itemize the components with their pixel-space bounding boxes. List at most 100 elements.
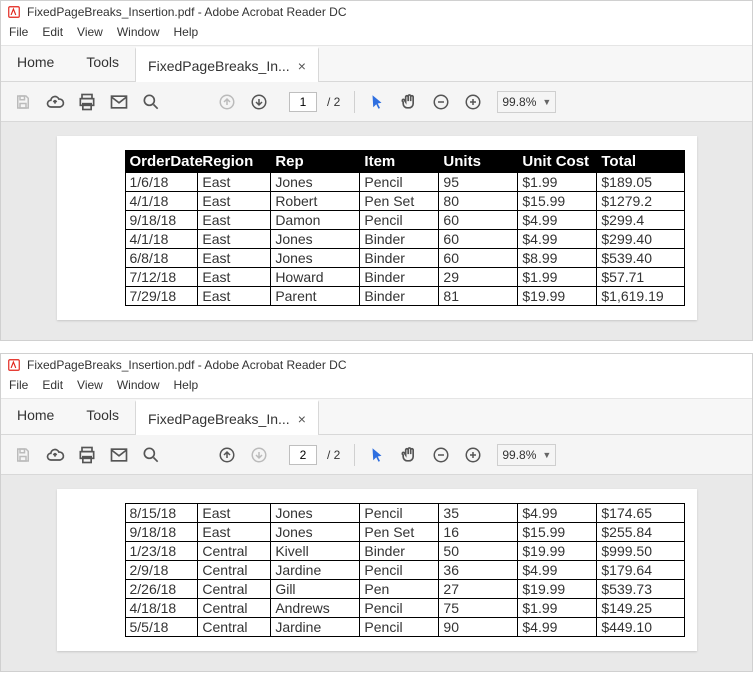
window-title: FixedPageBreaks_Insertion.pdf - Adobe Ac… (27, 358, 347, 372)
data-table: OrderDateRegionRepItemUnitsUnit CostTota… (125, 150, 685, 306)
print-icon[interactable] (73, 88, 101, 116)
search-icon[interactable] (137, 88, 165, 116)
table-cell: East (198, 287, 271, 306)
table-cell: $149.25 (597, 599, 684, 618)
cloud-icon[interactable] (41, 88, 69, 116)
table-cell: Central (198, 618, 271, 637)
mail-icon[interactable] (105, 441, 133, 469)
menu-item[interactable]: Window (117, 25, 160, 39)
table-cell: Pencil (360, 504, 439, 523)
tab-document[interactable]: FixedPageBreaks_In... × (135, 47, 319, 82)
menu-item[interactable]: File (9, 378, 28, 392)
save-icon[interactable] (9, 88, 37, 116)
table-cell: East (198, 173, 271, 192)
tab-document[interactable]: FixedPageBreaks_In... × (135, 400, 319, 435)
menu-item[interactable]: Help (174, 378, 199, 392)
table-cell: Pencil (360, 618, 439, 637)
table-cell: 7/29/18 (125, 287, 198, 306)
zoom-dropdown[interactable]: 99.8% ▼ (497, 91, 556, 113)
page-area[interactable]: OrderDateRegionRepItemUnitsUnit CostTota… (1, 122, 752, 340)
menu-item[interactable]: View (77, 378, 103, 392)
table-cell: $19.99 (518, 542, 597, 561)
zoom-out-icon[interactable] (427, 441, 455, 469)
cloud-icon[interactable] (41, 441, 69, 469)
cursor-icon[interactable] (363, 441, 391, 469)
zoom-out-icon[interactable] (427, 88, 455, 116)
table-cell: Jardine (271, 618, 360, 637)
table-cell: $1.99 (518, 599, 597, 618)
table-cell: $299.40 (597, 230, 684, 249)
zoom-value: 99.8% (502, 448, 536, 462)
table-cell: Binder (360, 268, 439, 287)
table-row: 9/18/18EastDamonPencil60$4.99$299.4 (125, 211, 684, 230)
zoom-in-icon[interactable] (459, 441, 487, 469)
table-row: 1/23/18CentralKivellBinder50$19.99$999.5… (125, 542, 684, 561)
table-cell: $4.99 (518, 230, 597, 249)
tab-home[interactable]: Home (1, 46, 70, 81)
close-icon[interactable]: × (298, 412, 306, 426)
table-cell: 9/18/18 (125, 523, 198, 542)
table-cell: 90 (439, 618, 518, 637)
table-cell: Jones (271, 249, 360, 268)
table-cell: Parent (271, 287, 360, 306)
menu-item[interactable]: Help (174, 25, 199, 39)
page-up-icon[interactable] (213, 441, 241, 469)
save-icon[interactable] (9, 441, 37, 469)
cursor-icon[interactable] (363, 88, 391, 116)
page-area[interactable]: 8/15/18EastJonesPencil35$4.99$174.659/18… (1, 475, 752, 671)
tab-document-label: FixedPageBreaks_In... (148, 58, 290, 74)
zoom-in-icon[interactable] (459, 88, 487, 116)
table-cell: Jones (271, 230, 360, 249)
tab-tools[interactable]: Tools (70, 399, 135, 434)
table-cell: $4.99 (518, 504, 597, 523)
menu-item[interactable]: Edit (42, 25, 63, 39)
tab-home[interactable]: Home (1, 399, 70, 434)
pdf-page: 8/15/18EastJonesPencil35$4.99$174.659/18… (57, 489, 697, 651)
menu-item[interactable]: Edit (42, 378, 63, 392)
tab-tools[interactable]: Tools (70, 46, 135, 81)
search-icon[interactable] (137, 441, 165, 469)
table-cell: $1.99 (518, 268, 597, 287)
table-cell: 75 (439, 599, 518, 618)
zoom-dropdown[interactable]: 99.8% ▼ (497, 444, 556, 466)
table-row: 7/29/18EastParentBinder81$19.99$1,619.19 (125, 287, 684, 306)
page-up-icon (213, 88, 241, 116)
table-cell: Pen Set (360, 523, 439, 542)
total-pages-label: / 2 (327, 95, 340, 109)
table-cell: $1279.2 (597, 192, 684, 211)
table-cell: 4/1/18 (125, 230, 198, 249)
table-cell: Pencil (360, 599, 439, 618)
print-icon[interactable] (73, 441, 101, 469)
column-header: Rep (271, 151, 360, 173)
hand-icon[interactable] (395, 88, 423, 116)
page-down-icon (245, 441, 273, 469)
table-cell: 8/15/18 (125, 504, 198, 523)
table-cell: 16 (439, 523, 518, 542)
table-cell: 95 (439, 173, 518, 192)
data-table: 8/15/18EastJonesPencil35$4.99$174.659/18… (125, 503, 685, 637)
column-header: Total (597, 151, 684, 173)
table-cell: $1.99 (518, 173, 597, 192)
mail-icon[interactable] (105, 88, 133, 116)
table-row: 4/18/18CentralAndrewsPencil75$1.99$149.2… (125, 599, 684, 618)
table-cell: 9/18/18 (125, 211, 198, 230)
table-cell: Central (198, 542, 271, 561)
table-row: 5/5/18CentralJardinePencil90$4.99$449.10 (125, 618, 684, 637)
current-page-input[interactable] (289, 445, 317, 465)
table-cell: Jones (271, 523, 360, 542)
table-cell: $8.99 (518, 249, 597, 268)
current-page-input[interactable] (289, 92, 317, 112)
table-cell: Andrews (271, 599, 360, 618)
close-icon[interactable]: × (298, 59, 306, 73)
table-cell: $179.64 (597, 561, 684, 580)
separator (354, 91, 355, 113)
menu-item[interactable]: Window (117, 378, 160, 392)
titlebar: FixedPageBreaks_Insertion.pdf - Adobe Ac… (1, 1, 752, 23)
table-cell: East (198, 268, 271, 287)
hand-icon[interactable] (395, 441, 423, 469)
page-down-icon[interactable] (245, 88, 273, 116)
menu-item[interactable]: File (9, 25, 28, 39)
table-cell: 4/18/18 (125, 599, 198, 618)
acrobat-icon (7, 5, 21, 19)
menu-item[interactable]: View (77, 25, 103, 39)
